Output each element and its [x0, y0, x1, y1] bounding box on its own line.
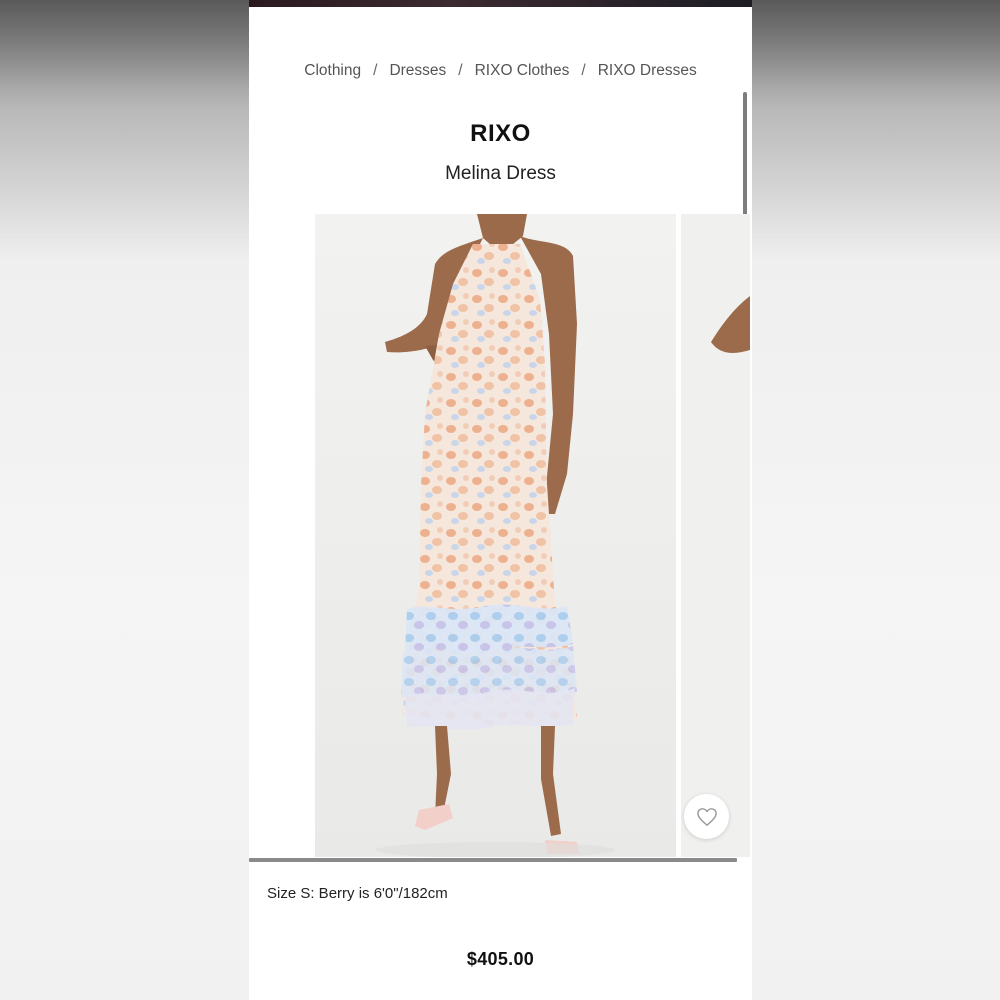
brand-name[interactable]: RIXO — [249, 120, 752, 148]
status-bar — [249, 0, 752, 7]
breadcrumb-separator: / — [581, 62, 586, 79]
breadcrumb-separator: / — [458, 62, 463, 79]
breadcrumb-separator: / — [373, 62, 378, 79]
product-price: $405.00 — [466, 949, 535, 969]
heart-icon — [696, 807, 717, 826]
product-image-front[interactable] — [315, 214, 676, 857]
product-title: Melina Dress — [445, 163, 556, 184]
breadcrumb-clothing[interactable]: Clothing — [304, 62, 361, 80]
model-illustration — [315, 214, 676, 857]
model-illustration-partial — [681, 214, 750, 857]
breadcrumb-rixo-dresses[interactable]: RIXO Dresses — [598, 62, 697, 80]
image-carousel[interactable] — [315, 214, 750, 857]
carousel-scrollbar[interactable] — [249, 858, 737, 862]
background-right — [752, 0, 1000, 1000]
background-left — [0, 0, 249, 1000]
phone-screen: Clothing / Dresses / RIXO Clothes / RIXO Dress… — [249, 0, 752, 1000]
wishlist-button[interactable] — [684, 794, 729, 839]
breadcrumb-dresses[interactable]: Dresses — [389, 62, 446, 80]
breadcrumb: Clothing / Dresses / RIXO Clothes / RIXO Dress… — [249, 62, 752, 80]
product-image-side[interactable] — [681, 214, 750, 857]
breadcrumb-rixo-clothes[interactable]: RIXO Clothes — [475, 62, 570, 80]
model-size-info: Size S: Berry is 6'0"/182cm — [267, 885, 448, 902]
